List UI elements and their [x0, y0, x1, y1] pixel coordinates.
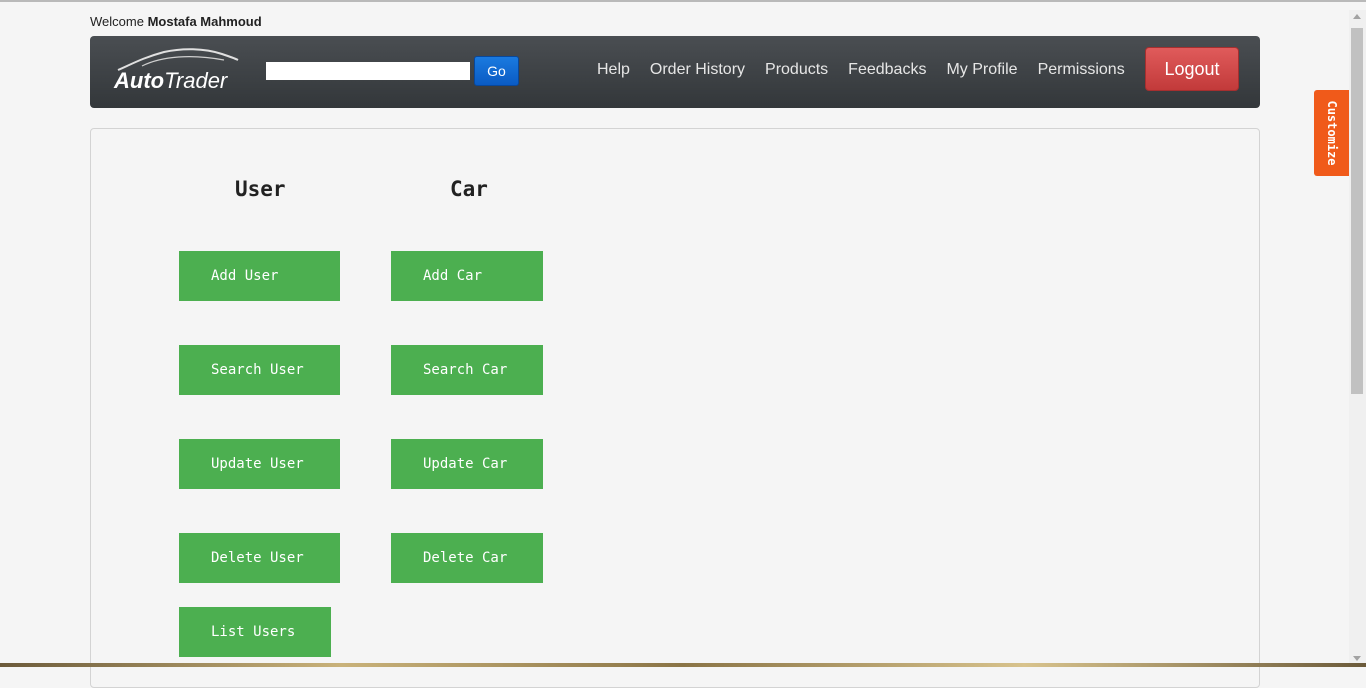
- update-car-button[interactable]: Update Car: [391, 439, 543, 489]
- logo-word-trader: Trader: [164, 68, 228, 93]
- taskbar-edge: [0, 663, 1366, 667]
- logo-text: AutoTrader: [114, 68, 227, 94]
- search-car-button[interactable]: Search Car: [391, 345, 543, 395]
- scroll-up-arrow-icon[interactable]: [1353, 14, 1361, 19]
- nav-link-permissions[interactable]: Permissions: [1038, 61, 1125, 83]
- add-car-button[interactable]: Add Car: [391, 251, 543, 301]
- nav-link-feedbacks[interactable]: Feedbacks: [848, 61, 926, 83]
- nav-link-my-profile[interactable]: My Profile: [946, 61, 1017, 83]
- top-navbar: AutoTrader Go Help Order History Product…: [90, 36, 1260, 108]
- user-column-title: User: [235, 177, 286, 201]
- scroll-down-arrow-icon[interactable]: [1353, 656, 1361, 661]
- nav-link-order-history[interactable]: Order History: [650, 61, 745, 83]
- logout-button[interactable]: Logout: [1145, 47, 1239, 91]
- nav-links: Help Order History Products Feedbacks My…: [597, 61, 1145, 83]
- delete-user-button[interactable]: Delete User: [179, 533, 340, 583]
- welcome-message: Welcome Mostafa Mahmoud: [90, 14, 262, 29]
- customize-label: Customize: [1324, 100, 1339, 166]
- vertical-scrollbar[interactable]: [1349, 10, 1366, 667]
- welcome-user-name: Mostafa Mahmoud: [147, 14, 262, 29]
- autotrader-logo[interactable]: AutoTrader: [112, 46, 242, 96]
- nav-link-help[interactable]: Help: [597, 61, 630, 83]
- car-column-title: Car: [450, 177, 488, 201]
- customize-side-tab[interactable]: Customize: [1314, 90, 1349, 176]
- logo-word-auto: Auto: [114, 68, 165, 93]
- scrollbar-thumb[interactable]: [1351, 28, 1363, 394]
- search-user-button[interactable]: Search User: [179, 345, 340, 395]
- nav-link-products[interactable]: Products: [765, 61, 828, 83]
- delete-car-button[interactable]: Delete Car: [391, 533, 543, 583]
- update-user-button[interactable]: Update User: [179, 439, 340, 489]
- search-input[interactable]: [266, 62, 470, 80]
- browser-top-border: [0, 0, 1366, 2]
- welcome-prefix: Welcome: [90, 14, 144, 29]
- go-button[interactable]: Go: [474, 56, 519, 86]
- admin-panel: User Car Add User Search User Update Use…: [90, 128, 1260, 688]
- list-users-button[interactable]: List Users: [179, 607, 331, 657]
- add-user-button[interactable]: Add User: [179, 251, 340, 301]
